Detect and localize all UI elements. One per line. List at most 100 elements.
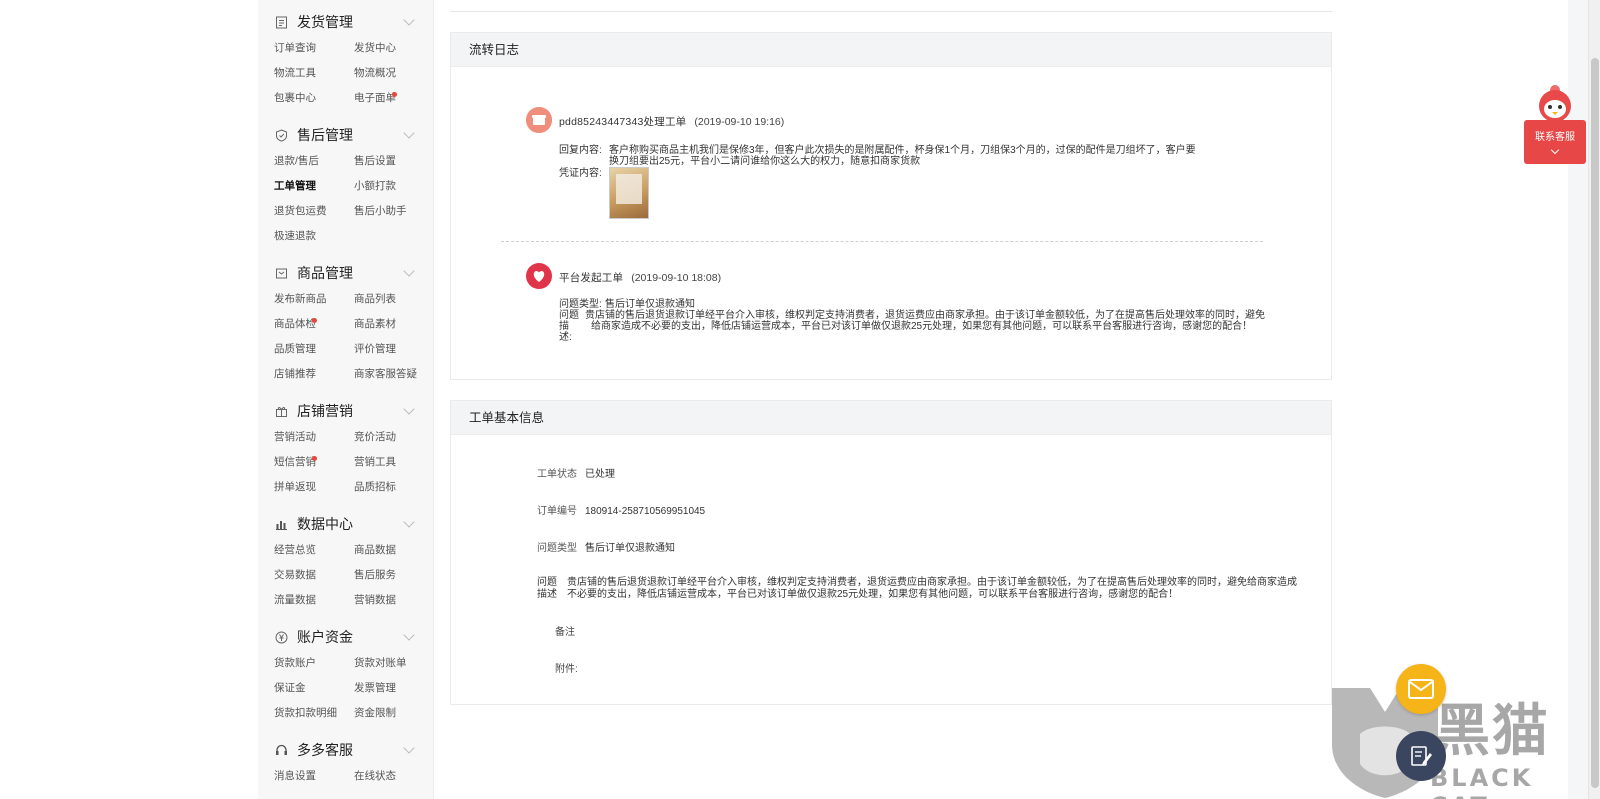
sidebar-item-label: 流量数据 — [274, 594, 316, 606]
sidebar-item[interactable]: 极速退款 — [274, 224, 354, 249]
edit-icon — [1411, 746, 1432, 766]
sidebar-item[interactable]: 消息设置 — [274, 764, 354, 789]
sidebar-item[interactable]: 小额打款 — [354, 174, 433, 199]
sidebar-item[interactable]: 资金限制 — [354, 701, 433, 726]
chevron-down-icon — [403, 629, 415, 641]
sidebar-item[interactable]: 发票管理 — [354, 676, 433, 701]
sidebar-item[interactable]: 售后服务 — [354, 563, 433, 588]
sidebar-group-6: 多多客服 消息设置 在线状态 — [258, 728, 433, 791]
sidebar-nav: 发货管理 订单查询 发货中心物流工具 物流概况 包裹中心 电子面单 售后管理退款/售后 售后设… — [258, 0, 434, 799]
sidebar-item[interactable]: 包裹中心 — [274, 86, 354, 111]
issue-desc-label-1: 问题 — [559, 310, 579, 321]
sidebar-item[interactable]: 发货中心 — [354, 36, 433, 61]
sidebar-item-label: 发布新商品 — [274, 293, 327, 305]
contact-service-widget[interactable]: 联系客服 — [1524, 82, 1586, 164]
chevron-down-icon — [1550, 145, 1560, 155]
issue-type-label: 问题类型: — [559, 299, 602, 310]
box-icon — [274, 266, 288, 280]
sidebar-item[interactable]: 商品数据 — [354, 538, 433, 563]
sidebar-group-header[interactable]: 多多客服 — [274, 736, 417, 764]
sidebar-group-header[interactable]: 商品管理 — [274, 259, 417, 287]
sidebar-item[interactable]: 货款账户 — [274, 651, 354, 676]
sidebar-item-list: 经营总览 商品数据 交易数据 售后服务 流量数据 营销数据 — [274, 538, 417, 613]
log-actor: 平台发起工单 — [559, 272, 624, 284]
sidebar-item[interactable]: 订单查询 — [274, 36, 354, 61]
sidebar-item[interactable]: 发布新商品 — [274, 287, 354, 312]
sidebar-item-list: 货款账户 货款对账单 保证金 发票管理 货款扣款明细 资金限制 — [274, 651, 417, 726]
left-gutter — [0, 0, 258, 799]
sidebar-item[interactable]: 工单管理 — [274, 174, 354, 199]
message-button[interactable] — [1396, 664, 1446, 714]
sidebar-group-header[interactable]: 售后管理 — [274, 121, 417, 149]
sidebar-item[interactable]: 拼单返现 — [274, 475, 354, 500]
entry-divider — [501, 241, 1263, 242]
reply-text-line2: 换刀组要出25元，平台小二请问谁给你这么大的权力，随意扣商家货款 — [609, 156, 921, 167]
sidebar-item[interactable]: 竞价活动 — [354, 425, 433, 450]
sidebar-item[interactable]: 商品列表 — [354, 287, 433, 312]
log-actor: pdd85243447343处理工单 — [559, 116, 687, 128]
sidebar-group-2: 商品管理发布新商品 商品列表商品体检 商品素材品质管理 评价管理 店铺推荐 商家客服答疑 — [258, 251, 433, 389]
sidebar-item[interactable]: 电子面单 — [354, 86, 433, 111]
reply-text-line1: 客户称购买商品主机我们是保修3年，但客户此次损失的是附属配件，杯身保1个月，刀组… — [609, 145, 1196, 156]
contact-service-label: 联系客服 — [1535, 132, 1575, 143]
sidebar-item-label: 商品体检 — [274, 318, 316, 330]
chevron-down-icon — [403, 127, 415, 139]
sidebar-item-label: 评价管理 — [354, 343, 396, 355]
scrollbar-thumb[interactable] — [1591, 58, 1599, 788]
sidebar-group-header[interactable]: 数据中心 — [274, 510, 417, 538]
sidebar-item[interactable]: 物流工具 — [274, 61, 354, 86]
sidebar-item[interactable]: 商品素材 — [354, 312, 433, 337]
sidebar-item-label: 品质管理 — [274, 343, 316, 355]
sidebar-item[interactable]: 经营总览 — [274, 538, 354, 563]
sidebar-group-header[interactable]: 账户资金 — [274, 623, 417, 651]
evidence-thumbnail[interactable] — [609, 167, 649, 219]
sidebar-item[interactable]: 退款/售后 — [274, 149, 354, 174]
sidebar-item[interactable]: 品质管理 — [274, 337, 354, 362]
sidebar-group-header[interactable]: 店铺营销 — [274, 397, 417, 425]
sidebar-group-4: 数据中心 经营总览 商品数据 交易数据 售后服务 流量数据 营销数据 — [258, 502, 433, 615]
document-icon — [274, 15, 288, 29]
log-time: (2019-09-10 19:16) — [694, 116, 785, 128]
sidebar-item-label: 商品列表 — [354, 293, 396, 305]
issue-type-value: 售后订单仅退款通知 — [605, 299, 695, 310]
sidebar-item[interactable]: 售后设置 — [354, 149, 433, 174]
sidebar-item[interactable]: 交易数据 — [274, 563, 354, 588]
sidebar-item[interactable]: 流量数据 — [274, 588, 354, 613]
issue-desc-line2: 给商家造成不必要的支出，降低店铺运营成本，平台已对该订单做仅退款25元处理，如果… — [591, 321, 1253, 332]
sidebar-item[interactable]: 评价管理 — [354, 337, 433, 362]
sidebar-item[interactable]: 营销数据 — [354, 588, 433, 613]
contact-service-button[interactable]: 联系客服 — [1524, 120, 1586, 164]
sidebar-item-list: 消息设置 在线状态 — [274, 764, 417, 789]
page-scrollbar[interactable] — [1588, 0, 1600, 799]
sidebar-item-label: 小额打款 — [354, 180, 396, 192]
sidebar-item[interactable]: 商家客服答疑 — [354, 362, 433, 387]
sidebar-item[interactable]: 货款对账单 — [354, 651, 433, 676]
notification-dot-icon — [392, 92, 397, 97]
feedback-button[interactable] — [1396, 731, 1446, 781]
sidebar-item-label: 物流工具 — [274, 67, 316, 79]
sidebar-item-label: 商品数据 — [354, 544, 396, 556]
sidebar-item[interactable]: 营销工具 — [354, 450, 433, 475]
mail-icon — [1408, 679, 1434, 699]
sidebar-group-title: 售后管理 — [297, 127, 353, 143]
sidebar-item[interactable]: 店铺推荐 — [274, 362, 354, 387]
sidebar-item[interactable]: 售后小助手 — [354, 199, 433, 224]
sidebar-item[interactable]: 货款扣款明细 — [274, 701, 354, 726]
evidence-label: 凭证内容: — [559, 168, 602, 179]
sidebar-item[interactable]: 品质招标 — [354, 475, 433, 500]
sidebar-item[interactable]: 物流概况 — [354, 61, 433, 86]
sidebar-item-label: 保证金 — [274, 682, 306, 694]
sidebar-item-label: 发票管理 — [354, 682, 396, 694]
sidebar-item[interactable]: 退货包运费 — [274, 199, 354, 224]
sidebar-item[interactable]: 营销活动 — [274, 425, 354, 450]
sidebar-item-label: 货款账户 — [274, 657, 316, 669]
sidebar-item[interactable]: 保证金 — [274, 676, 354, 701]
sidebar-group-header[interactable]: 发货管理 — [274, 8, 417, 36]
flow-log-card: 流转日志 pdd85243447343处理工单 (2019-09-10 19:16… — [450, 32, 1332, 380]
chevron-down-icon — [403, 265, 415, 277]
sidebar-item[interactable]: 在线状态 — [354, 764, 433, 789]
sidebar-item[interactable]: 短信营销 — [274, 450, 354, 475]
sidebar-group-title: 商品管理 — [297, 265, 353, 281]
sidebar-item[interactable]: 商品体检 — [274, 312, 354, 337]
sidebar-item-label: 短信营销 — [274, 456, 316, 468]
